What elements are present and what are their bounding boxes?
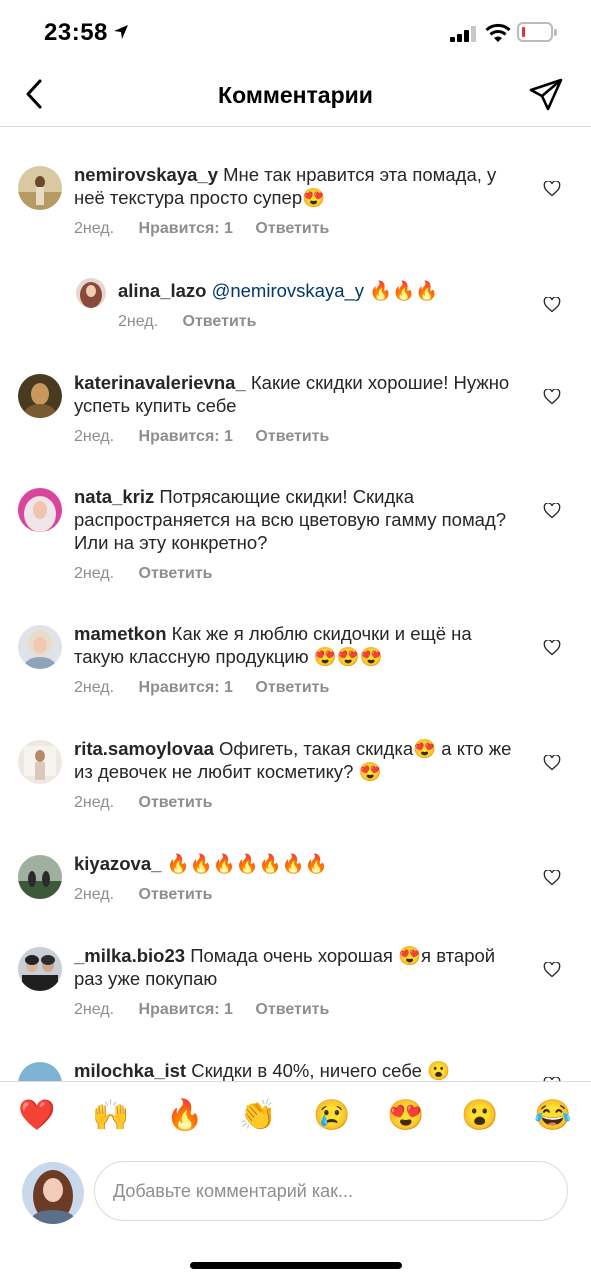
avatar <box>22 1162 84 1224</box>
reply-button[interactable]: Ответить <box>139 886 213 903</box>
location-arrow-icon <box>114 25 128 39</box>
likes-count[interactable]: Нравится: 1 <box>139 428 233 445</box>
heart-outline-icon[interactable] <box>543 297 561 313</box>
comment-username[interactable]: nemirovskaya_y <box>74 164 218 185</box>
reply-button[interactable]: Ответить <box>255 428 329 445</box>
avatar[interactable] <box>76 278 106 308</box>
status-time: 23:58 <box>44 19 108 46</box>
header: Комментарии <box>0 62 591 127</box>
likes-count[interactable]: Нравится: 1 <box>139 220 233 237</box>
comment-username[interactable]: _milka.bio23 <box>74 945 185 966</box>
emoji-crying-button[interactable]: 😢 <box>313 1097 351 1135</box>
emoji-heart-eyes-button[interactable]: 😍 <box>387 1097 425 1135</box>
comment-username[interactable]: katerinavalerievna_ <box>74 372 246 393</box>
wifi-icon <box>485 23 511 42</box>
comment-input[interactable]: Добавьте комментарий как... <box>94 1161 568 1221</box>
comment-username[interactable]: nata_kriz <box>74 486 154 507</box>
comment-username[interactable]: rita.samoylovaa <box>74 738 214 759</box>
reply-button[interactable]: Ответить <box>255 1001 329 1018</box>
emoji-clap-button[interactable]: 👏 <box>239 1097 277 1135</box>
heart-outline-icon[interactable] <box>543 870 561 886</box>
avatar[interactable] <box>18 855 62 899</box>
comment-time: 2нед. <box>74 565 115 582</box>
reply-button[interactable]: Ответить <box>255 679 329 696</box>
comment-username[interactable]: alina_lazo <box>118 280 206 301</box>
comment-username[interactable]: kiyazova_ <box>74 853 161 874</box>
comment-username[interactable]: mametkon <box>74 623 167 644</box>
heart-outline-icon[interactable] <box>543 389 561 405</box>
likes-count[interactable]: Нравится: 1 <box>139 679 233 696</box>
emoji-surprised-button[interactable]: 😮 <box>461 1097 499 1135</box>
emoji-raised-hands-button[interactable]: 🙌 <box>92 1097 130 1135</box>
comment-time: 2нед. <box>74 886 115 903</box>
comment-time: 2нед. <box>118 313 159 330</box>
mention-link[interactable]: @nemirovskaya_y <box>212 280 364 301</box>
comment-composer: Добавьте комментарий как... <box>0 1151 591 1241</box>
comment-username[interactable]: milochka_ist <box>74 1060 186 1081</box>
emoji-heart-button[interactable]: ❤️ <box>18 1097 56 1135</box>
avatar[interactable] <box>18 166 62 210</box>
likes-count[interactable]: Нравится: 1 <box>139 1001 233 1018</box>
heart-outline-icon[interactable] <box>543 962 561 978</box>
emoji-laughing-button[interactable]: 😂 <box>534 1097 572 1135</box>
heart-outline-icon[interactable] <box>543 503 561 519</box>
heart-outline-icon[interactable] <box>543 755 561 771</box>
heart-outline-icon[interactable] <box>543 640 561 656</box>
avatar[interactable] <box>18 625 62 669</box>
reply-button[interactable]: Ответить <box>139 794 213 811</box>
quick-emoji-bar: ❤️ 🙌 🔥 👏 😢 😍 😮 😂 <box>0 1081 591 1151</box>
battery-low-icon <box>517 22 557 42</box>
comment-time: 2нед. <box>74 794 115 811</box>
comment-time: 2нед. <box>74 428 115 445</box>
comment-time: 2нед. <box>74 1001 115 1018</box>
heart-outline-icon[interactable] <box>543 181 561 197</box>
status-bar: 23:58 <box>0 0 591 62</box>
comment-list[interactable]: nemirovskaya_y Мне так нравится эта пома… <box>0 127 591 1081</box>
home-indicator[interactable] <box>190 1262 402 1269</box>
comment-text: 🔥🔥🔥 <box>364 280 439 301</box>
reply-button[interactable]: Ответить <box>183 313 257 330</box>
avatar[interactable] <box>18 740 62 784</box>
cellular-signal-icon <box>450 26 476 42</box>
emoji-fire-button[interactable]: 🔥 <box>166 1097 204 1135</box>
page-title: Комментарии <box>218 82 373 108</box>
avatar[interactable] <box>18 374 62 418</box>
reply-button[interactable]: Ответить <box>139 565 213 582</box>
comment-time: 2нед. <box>74 679 115 696</box>
avatar[interactable] <box>18 488 62 532</box>
comment-time: 2нед. <box>74 220 115 237</box>
paper-plane-icon[interactable] <box>528 77 564 113</box>
comment-text: Скидки в 40%, ничего себе 😮 <box>191 1060 451 1081</box>
reply-button[interactable]: Ответить <box>255 220 329 237</box>
avatar[interactable] <box>18 947 62 991</box>
avatar[interactable] <box>18 1062 62 1081</box>
comment-text: 🔥🔥🔥🔥🔥🔥🔥 <box>166 853 328 874</box>
